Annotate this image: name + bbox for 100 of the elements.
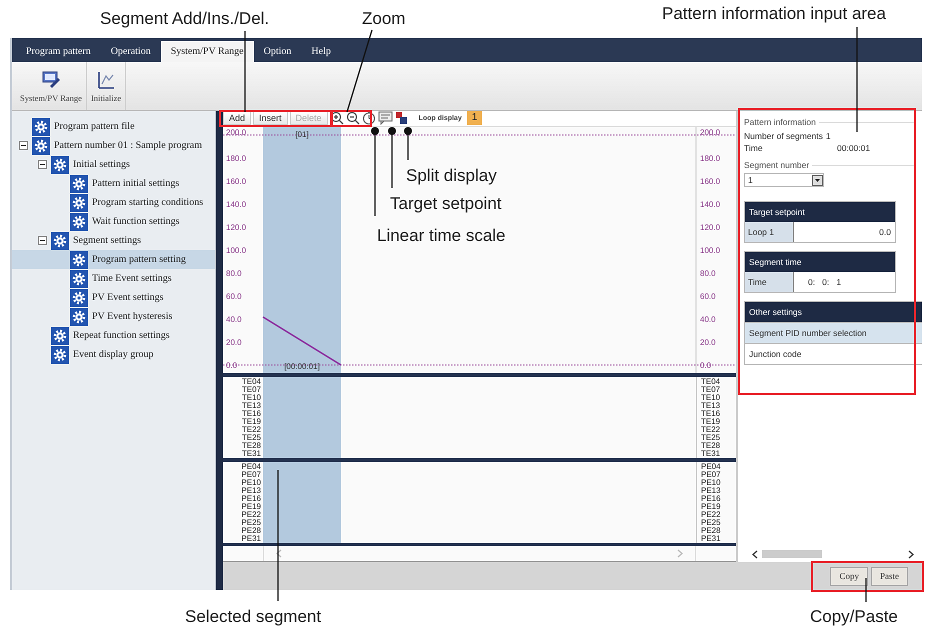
axis-label: 140.0 bbox=[700, 200, 720, 209]
callout-label: Linear time scale bbox=[377, 226, 506, 246]
event-label: PE28 bbox=[241, 527, 261, 536]
event-label: TE22 bbox=[242, 426, 261, 434]
axis-label: 80.0 bbox=[700, 268, 716, 278]
event-label: TE25 bbox=[701, 434, 720, 442]
axis-label: 0.0 bbox=[700, 360, 712, 370]
event-label: TE31 bbox=[242, 450, 261, 458]
ribbon-button[interactable]: Initialize bbox=[86, 62, 126, 110]
menu-tab[interactable]: Option bbox=[254, 41, 302, 62]
menu-tab[interactable]: Program pattern bbox=[16, 41, 101, 62]
axis-label: 140.0 bbox=[226, 200, 246, 209]
axis-label: 180.0 bbox=[226, 154, 246, 163]
right-chevron-icon[interactable] bbox=[908, 550, 914, 558]
collapse-icon[interactable] bbox=[18, 141, 28, 150]
monitor-pencil-icon bbox=[40, 70, 61, 90]
chart-reset-icon bbox=[96, 70, 116, 90]
event-label: PE31 bbox=[241, 535, 261, 544]
event-label: PE28 bbox=[701, 527, 721, 536]
callout-label: Split display bbox=[406, 166, 497, 186]
event-label: TE28 bbox=[701, 442, 720, 450]
info-value: 1 bbox=[826, 130, 831, 142]
callout-label: Pattern information input area bbox=[662, 4, 886, 24]
left-chevron-icon[interactable] bbox=[276, 549, 282, 558]
axis-label: 40.0 bbox=[226, 314, 242, 324]
split-squares-icon[interactable] bbox=[394, 111, 409, 126]
tree-item[interactable]: Pattern number 01 : Sample program bbox=[12, 136, 215, 155]
zoom-out-icon[interactable] bbox=[346, 111, 360, 126]
event-label: TE10 bbox=[701, 394, 720, 402]
event-label: PE10 bbox=[241, 479, 261, 488]
tree-item[interactable]: Program pattern setting bbox=[12, 250, 215, 269]
event-label: TE25 bbox=[242, 434, 261, 442]
axis-label: 80.0 bbox=[226, 268, 242, 278]
input-field[interactable]: 0: 0: 1 bbox=[794, 272, 895, 292]
event-label: PE04 bbox=[701, 463, 721, 472]
segment-time-label: [00:00:01] bbox=[284, 362, 320, 371]
tree-item[interactable]: Program starting conditions bbox=[12, 193, 215, 212]
callout-label: Segment Add/Ins./Del. bbox=[100, 9, 270, 29]
axis-label: 180.0 bbox=[700, 154, 720, 163]
event-label: TE13 bbox=[242, 402, 261, 410]
info-label: Time bbox=[744, 142, 764, 154]
settings-list-item[interactable]: Junction code bbox=[745, 343, 922, 364]
speech-bubble-icon[interactable] bbox=[378, 111, 393, 126]
tree-item[interactable]: Event display group bbox=[12, 345, 215, 364]
tree-item[interactable]: Program pattern file bbox=[12, 117, 215, 136]
collapse-icon[interactable] bbox=[38, 160, 46, 169]
event-label: TE13 bbox=[701, 402, 720, 410]
menu-tab[interactable]: System/PV Range bbox=[160, 41, 254, 62]
gear-icon bbox=[32, 118, 50, 136]
axis-label: 40.0 bbox=[700, 314, 716, 324]
gear-icon bbox=[51, 326, 69, 344]
segment-number-dropdown[interactable]: 1 bbox=[744, 173, 824, 187]
gear-icon bbox=[70, 308, 88, 326]
tree-item[interactable]: Repeat function settings bbox=[12, 326, 215, 345]
event-label: PE16 bbox=[701, 495, 721, 504]
gear-icon bbox=[32, 136, 50, 154]
field-label: Time bbox=[745, 272, 794, 292]
event-label: TE31 bbox=[701, 450, 720, 458]
ribbon-button[interactable]: System/PV Range bbox=[16, 62, 87, 110]
loop-number-badge[interactable]: 1 bbox=[466, 111, 482, 126]
gear-icon bbox=[51, 346, 69, 364]
tree-item[interactable]: Initial settings bbox=[12, 155, 215, 174]
event-label: PE16 bbox=[241, 495, 261, 504]
axis-label: 60.0 bbox=[700, 292, 716, 301]
event-label: TE04 bbox=[242, 378, 261, 386]
event-label: TE04 bbox=[701, 378, 720, 386]
clipboard-button[interactable]: Paste bbox=[871, 566, 908, 586]
clock-icon[interactable] bbox=[362, 111, 376, 126]
event-label: TE19 bbox=[701, 418, 720, 426]
segment-number-label: [01] bbox=[295, 130, 309, 139]
menu-tab[interactable]: Help bbox=[301, 41, 341, 62]
clipboard-button[interactable]: Copy bbox=[830, 566, 868, 586]
section-header: Target setpoint bbox=[745, 202, 895, 222]
gear-icon bbox=[70, 174, 88, 192]
menu-tab[interactable]: Operation bbox=[100, 41, 161, 62]
event-label: PE22 bbox=[241, 511, 261, 520]
event-label: PE19 bbox=[701, 503, 721, 512]
tree-item[interactable]: PV Event hysteresis bbox=[12, 307, 215, 326]
section-header: Segment time bbox=[745, 252, 895, 272]
group-title: Pattern information bbox=[744, 117, 816, 127]
group-title: Segment number bbox=[744, 160, 810, 170]
axis-label: 120.0 bbox=[700, 222, 720, 232]
settings-list-item[interactable]: Segment PID number selection bbox=[745, 322, 922, 343]
left-chevron-icon[interactable] bbox=[752, 550, 758, 558]
tree-item[interactable]: Time Event settings bbox=[12, 269, 215, 288]
event-label: TE28 bbox=[242, 442, 261, 450]
event-label: TE22 bbox=[701, 426, 720, 434]
axis-label: 20.0 bbox=[700, 338, 716, 347]
segment-button[interactable]: Add bbox=[223, 111, 252, 126]
info-label: Number of segments bbox=[744, 130, 823, 142]
collapse-icon[interactable] bbox=[38, 236, 46, 245]
tree-item[interactable]: Wait function settings bbox=[12, 212, 215, 231]
info-value: 00:00:01 bbox=[837, 142, 870, 154]
event-label: TE19 bbox=[242, 418, 261, 426]
tree-item[interactable]: PV Event settings bbox=[12, 288, 215, 307]
tree-item[interactable]: Pattern initial settings bbox=[12, 174, 215, 193]
event-label: PE07 bbox=[241, 471, 261, 480]
input-field[interactable]: 0.0 bbox=[794, 222, 895, 242]
tree-item[interactable]: Segment settings bbox=[12, 231, 215, 250]
segment-button[interactable]: Insert bbox=[253, 111, 288, 126]
